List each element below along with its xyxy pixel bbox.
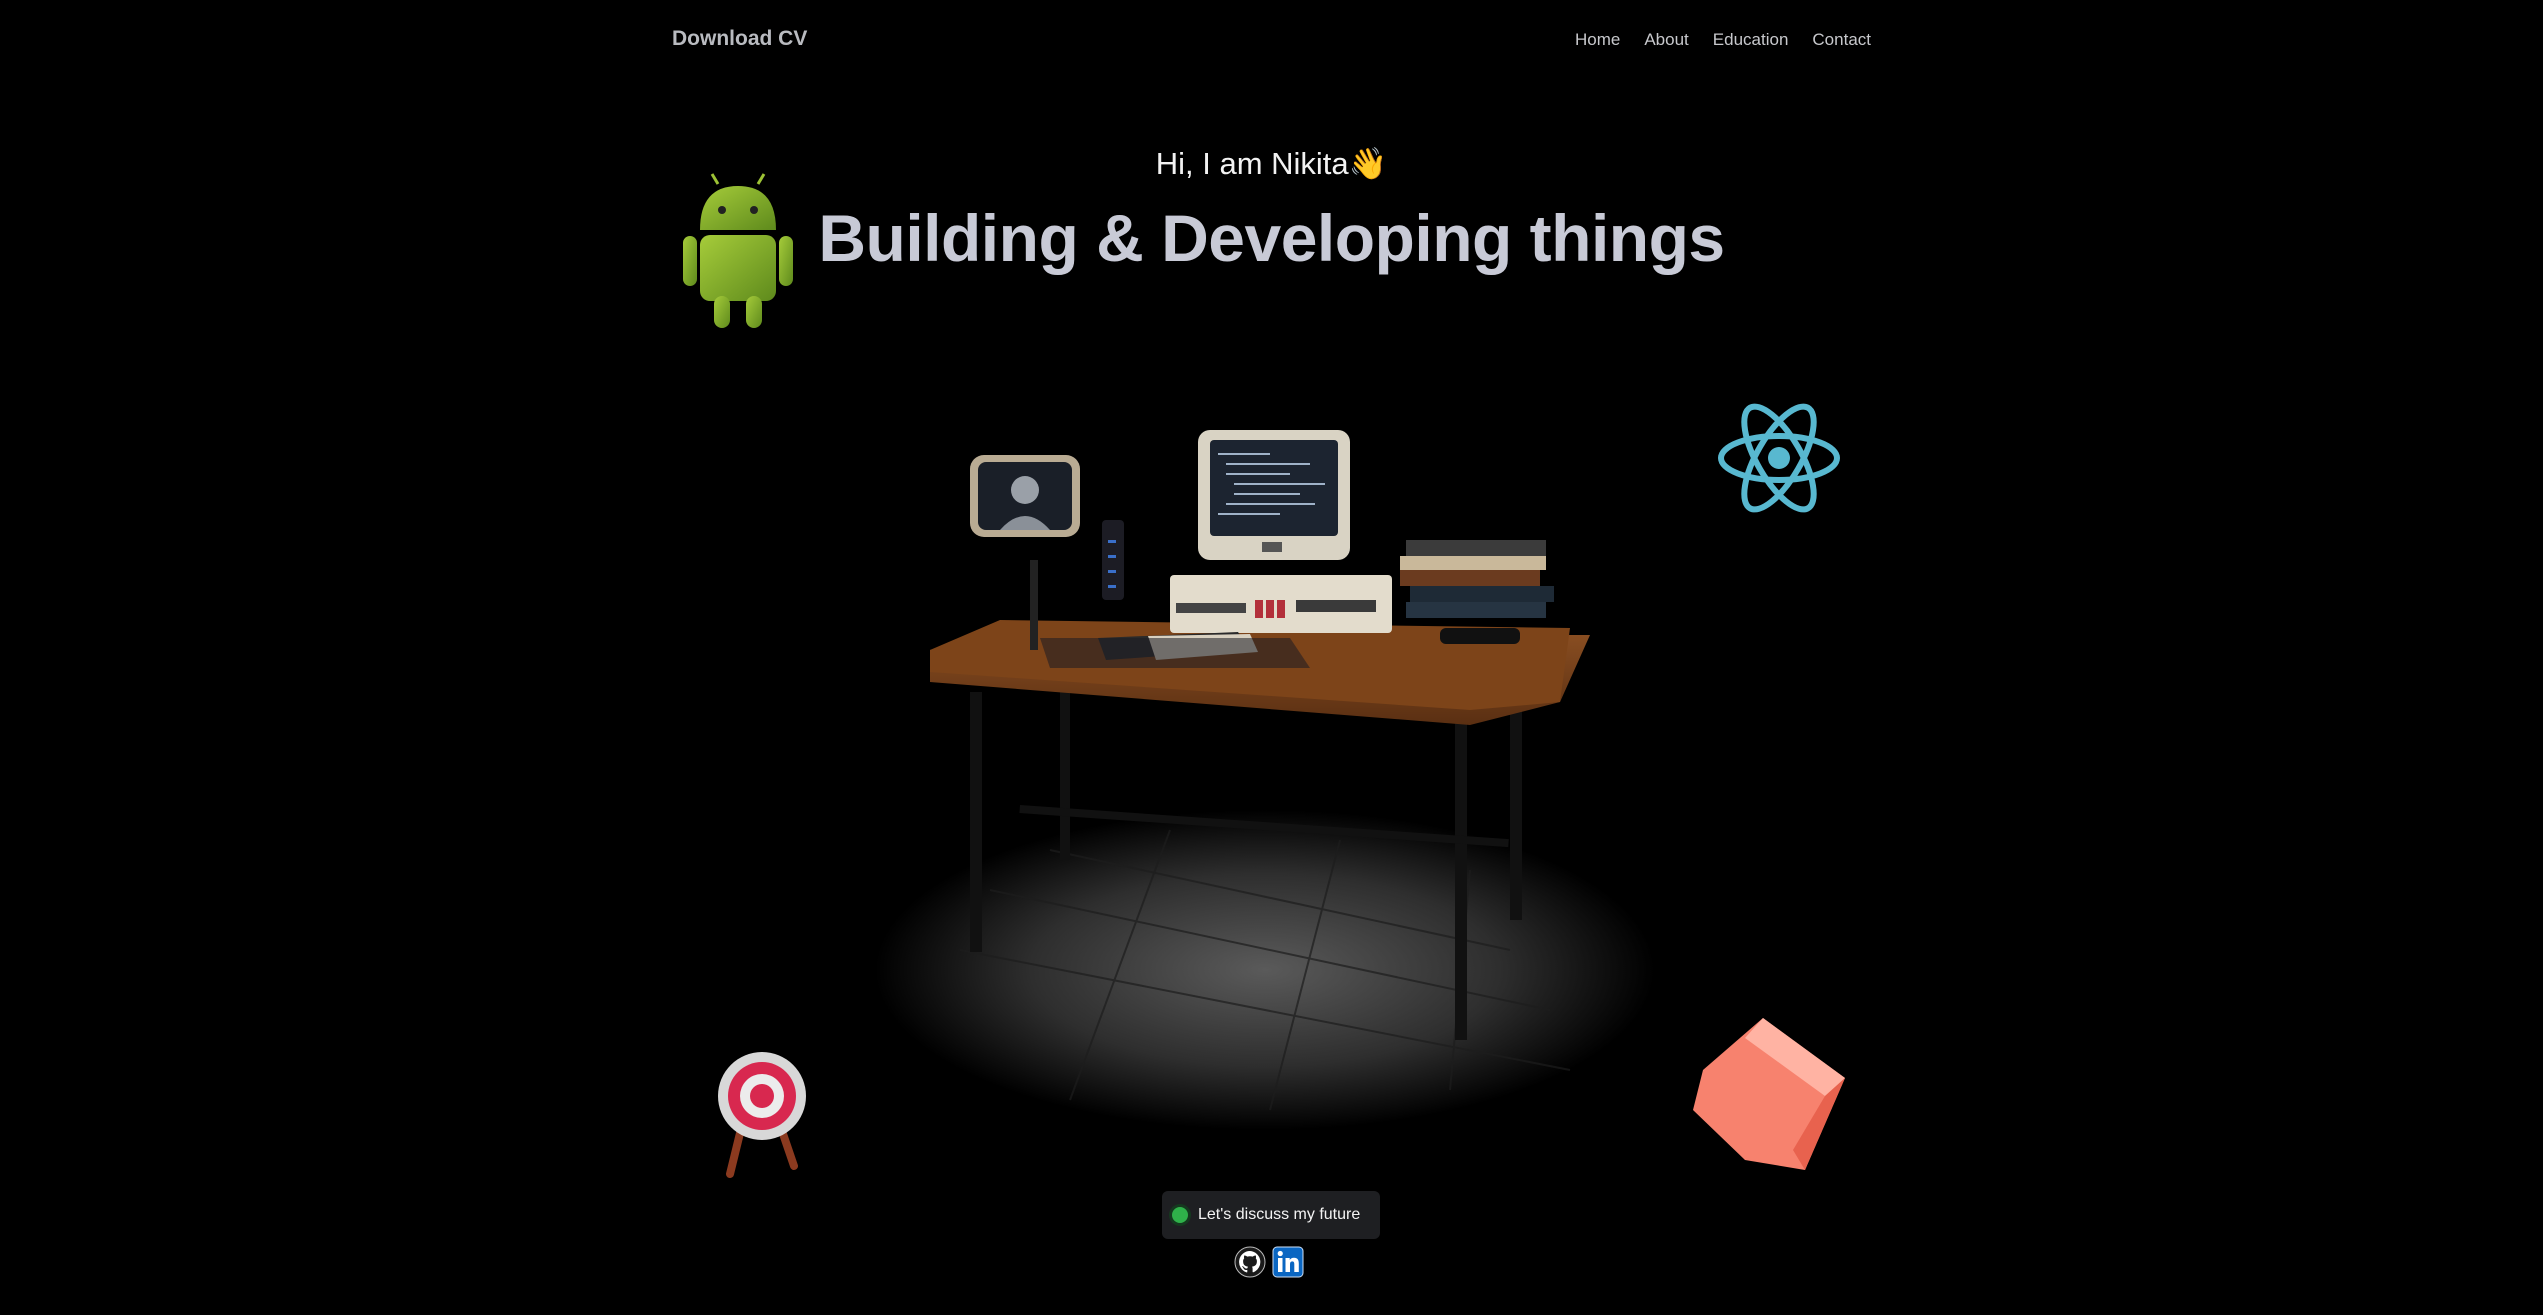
social-links	[1234, 1245, 1304, 1279]
react-atom	[1718, 403, 1840, 513]
linkedin-link[interactable]	[1272, 1245, 1304, 1279]
nav-link-home[interactable]: Home	[1575, 30, 1620, 50]
hero-headline: Building & Developing things	[818, 201, 1725, 275]
linkedin-icon	[1272, 1246, 1304, 1278]
discuss-future-button[interactable]: Let's discuss my future	[1162, 1191, 1380, 1239]
discuss-future-label: Let's discuss my future	[1198, 1206, 1361, 1223]
android-robot	[683, 173, 793, 328]
github-icon	[1234, 1246, 1266, 1278]
nav-link-education[interactable]: Education	[1713, 30, 1789, 50]
main-nav: Home About Education Contact	[1575, 30, 1871, 50]
greeting-text: Hi, I am Nikita	[1155, 146, 1349, 181]
pink-cube	[1693, 1018, 1845, 1170]
github-link[interactable]	[1234, 1245, 1266, 1279]
computer-desk-scene	[875, 430, 1655, 1130]
download-cv-link[interactable]: Download CV	[672, 27, 807, 51]
status-indicator	[1172, 1207, 1188, 1223]
nav-link-contact[interactable]: Contact	[1812, 30, 1871, 50]
nav-link-about[interactable]: About	[1644, 30, 1688, 50]
archery-target	[718, 1052, 806, 1178]
wave-emoji: 👋	[1348, 146, 1388, 181]
hero-greeting: Hi, I am Nikita👋	[0, 145, 2543, 182]
